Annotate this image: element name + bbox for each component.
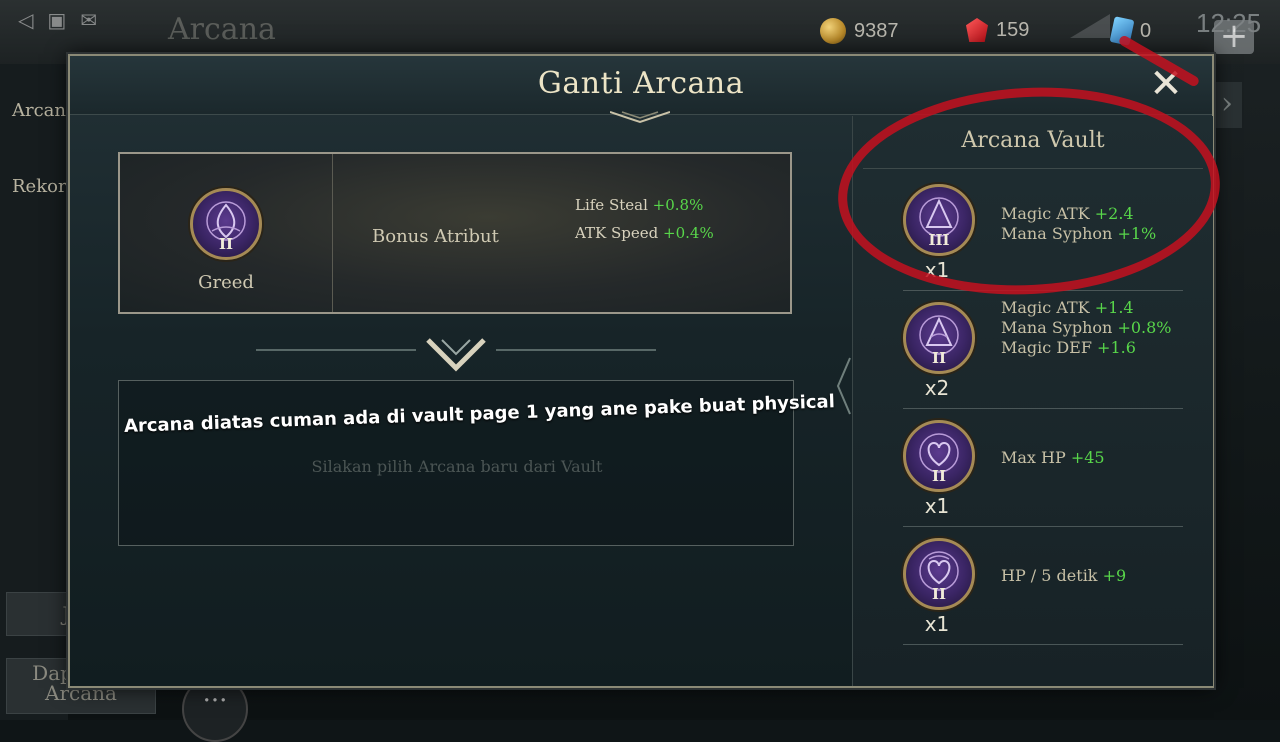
arcana-tier: II	[218, 235, 234, 253]
current-arcana-card[interactable]: II Greed Bonus Atribut Life Steal +0.8% …	[118, 152, 792, 314]
arcana-icon: II	[903, 302, 975, 374]
stat-life-steal: Life Steal +0.8%	[575, 196, 703, 214]
gold-value: 9387	[854, 19, 899, 42]
vault-divider	[903, 644, 1183, 645]
vault-stats: HP / 5 detik +9	[1001, 566, 1126, 586]
stat-name: ATK Speed	[575, 224, 659, 242]
arcana-icon: II	[903, 420, 975, 492]
next-arrow-icon[interactable]: ›	[1212, 82, 1242, 128]
chevron-down-icon	[256, 338, 656, 372]
stat-value: +0.8%	[1117, 318, 1172, 337]
stat-name: HP / 5 detik	[1001, 566, 1098, 585]
vault-quantity: x1	[924, 494, 950, 518]
status-icons: ◁ ▣ ✉	[18, 8, 97, 32]
vault-stats: Magic ATK +1.4 Mana Syphon +0.8% Magic D…	[1001, 298, 1172, 358]
stat-atk-speed: ATK Speed +0.4%	[575, 224, 714, 242]
notification-icon: ▣	[47, 8, 67, 32]
stat-name: Magic ATK	[1001, 298, 1090, 317]
stat-name: Mana Syphon	[1001, 318, 1113, 337]
vault-quantity: x1	[924, 612, 950, 636]
chevron-left-icon	[836, 357, 851, 415]
vault-divider	[903, 526, 1183, 527]
arcana-icon: II	[903, 538, 975, 610]
arcana-tier: II	[931, 349, 947, 367]
vault-item[interactable]: II x1 Max HP +45	[853, 414, 1213, 532]
arcana-tier: II	[931, 585, 947, 603]
gem-value: 159	[996, 18, 1030, 41]
vault-item[interactable]: II x1 HP / 5 detik +9	[853, 532, 1213, 650]
gold-counter: 9387	[820, 18, 899, 44]
stat-name: Max HP	[1001, 448, 1066, 467]
stat-value: +1.4	[1094, 298, 1134, 317]
gold-coin-icon	[820, 18, 846, 44]
gem-counter: 159	[966, 18, 1029, 42]
stat-value: +45	[1070, 448, 1105, 467]
back-icon[interactable]: ◁	[18, 8, 33, 32]
stat-row: Magic DEF +1.6	[1001, 338, 1172, 358]
tab-rekomendasi[interactable]: Rekor	[12, 176, 67, 197]
mail-icon: ✉	[80, 8, 98, 32]
stat-name: Magic DEF	[1001, 338, 1092, 357]
stat-value: +0.8%	[652, 196, 704, 214]
stat-value: +0.4%	[663, 224, 714, 242]
add-currency-button[interactable]: +	[1214, 19, 1254, 54]
greed-arcana-icon: II	[190, 188, 262, 260]
current-arcana-name: Greed	[198, 272, 254, 293]
gem-icon	[966, 18, 988, 42]
stat-value: +9	[1102, 566, 1127, 585]
empty-slot-hint: Silakan pilih Arcana baru dari Vault	[311, 457, 603, 476]
tab-arcana[interactable]: Arcan	[12, 100, 66, 121]
card-divider	[332, 154, 333, 312]
arcana-tier: II	[931, 467, 947, 485]
vault-quantity: x2	[924, 376, 950, 400]
bonus-attribute-label: Bonus Atribut	[372, 226, 499, 247]
stat-name: Life Steal	[575, 196, 648, 214]
ticket-value: 0	[1140, 19, 1152, 42]
stat-row: Magic ATK +1.4	[1001, 298, 1172, 318]
title-ornament-icon	[610, 111, 670, 124]
stat-row: Max HP +45	[1001, 448, 1105, 468]
stat-value: +1.6	[1097, 338, 1136, 357]
stat-row: Mana Syphon +0.8%	[1001, 318, 1172, 338]
vault-stats: Max HP +45	[1001, 448, 1105, 468]
wifi-icon	[1070, 14, 1110, 38]
stat-row: HP / 5 detik +9	[1001, 566, 1126, 586]
vault-divider	[903, 408, 1183, 409]
vault-item[interactable]: II x2 Magic ATK +1.4 Mana Syphon +0.8% M…	[853, 296, 1213, 414]
background-title: Arcana	[168, 12, 276, 47]
